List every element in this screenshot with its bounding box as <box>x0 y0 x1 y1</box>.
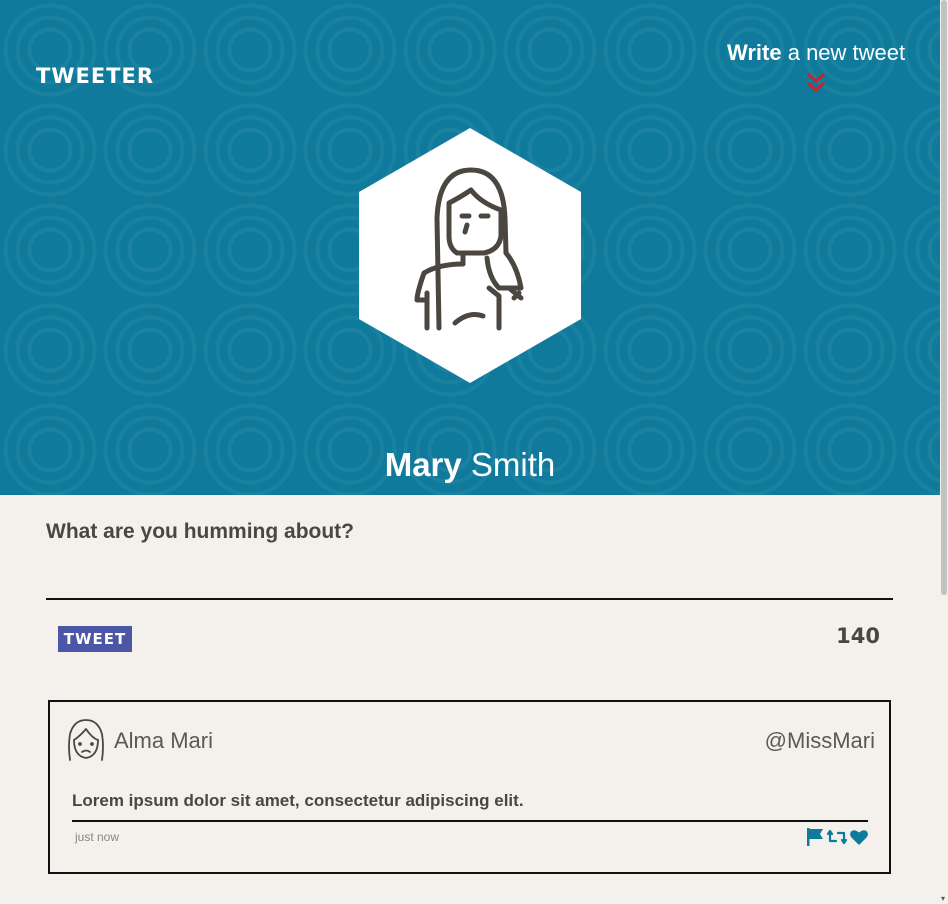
tweet-input[interactable] <box>46 555 893 600</box>
tweet-author-handle[interactable]: @MissMari <box>765 728 875 754</box>
tweet-actions <box>805 827 869 847</box>
composer-label: What are you humming about? <box>46 520 354 543</box>
app-logo[interactable]: TWEETER <box>36 64 154 88</box>
tweet-button[interactable]: TWEET <box>58 626 132 652</box>
compose-link-text: a new tweet <box>781 40 906 65</box>
compose-link-bold: Write <box>727 40 782 65</box>
profile-last-name: Smith <box>461 446 556 483</box>
tweet-timestamp: just now <box>75 830 120 844</box>
profile-first-name: Mary <box>384 446 462 483</box>
retweet-icon[interactable] <box>827 827 847 847</box>
profile-avatar <box>359 128 581 383</box>
profile-header: TWEETER Write a new tweet Mary Smith <box>0 0 940 495</box>
tweet-text: Lorem ipsum dolor sit amet, consectetur … <box>72 791 524 810</box>
scrollbar-thumb[interactable] <box>941 0 947 595</box>
scroll-down-arrow-icon[interactable]: ▾ <box>941 894 945 903</box>
page-scrollbar[interactable] <box>940 0 948 904</box>
double-chevron-down-icon[interactable] <box>806 72 826 94</box>
profile-name: Mary Smith <box>0 446 940 484</box>
character-counter: 140 <box>836 624 880 648</box>
tweet-divider <box>72 820 868 822</box>
heart-icon[interactable] <box>849 827 869 847</box>
flag-icon[interactable] <box>805 827 825 847</box>
author-avatar <box>68 719 104 761</box>
tweet-author-name[interactable]: Alma Mari <box>114 728 213 754</box>
tweet-card: Alma Mari @MissMari Lorem ipsum dolor si… <box>48 700 891 874</box>
write-new-tweet-link[interactable]: Write a new tweet <box>727 40 907 66</box>
